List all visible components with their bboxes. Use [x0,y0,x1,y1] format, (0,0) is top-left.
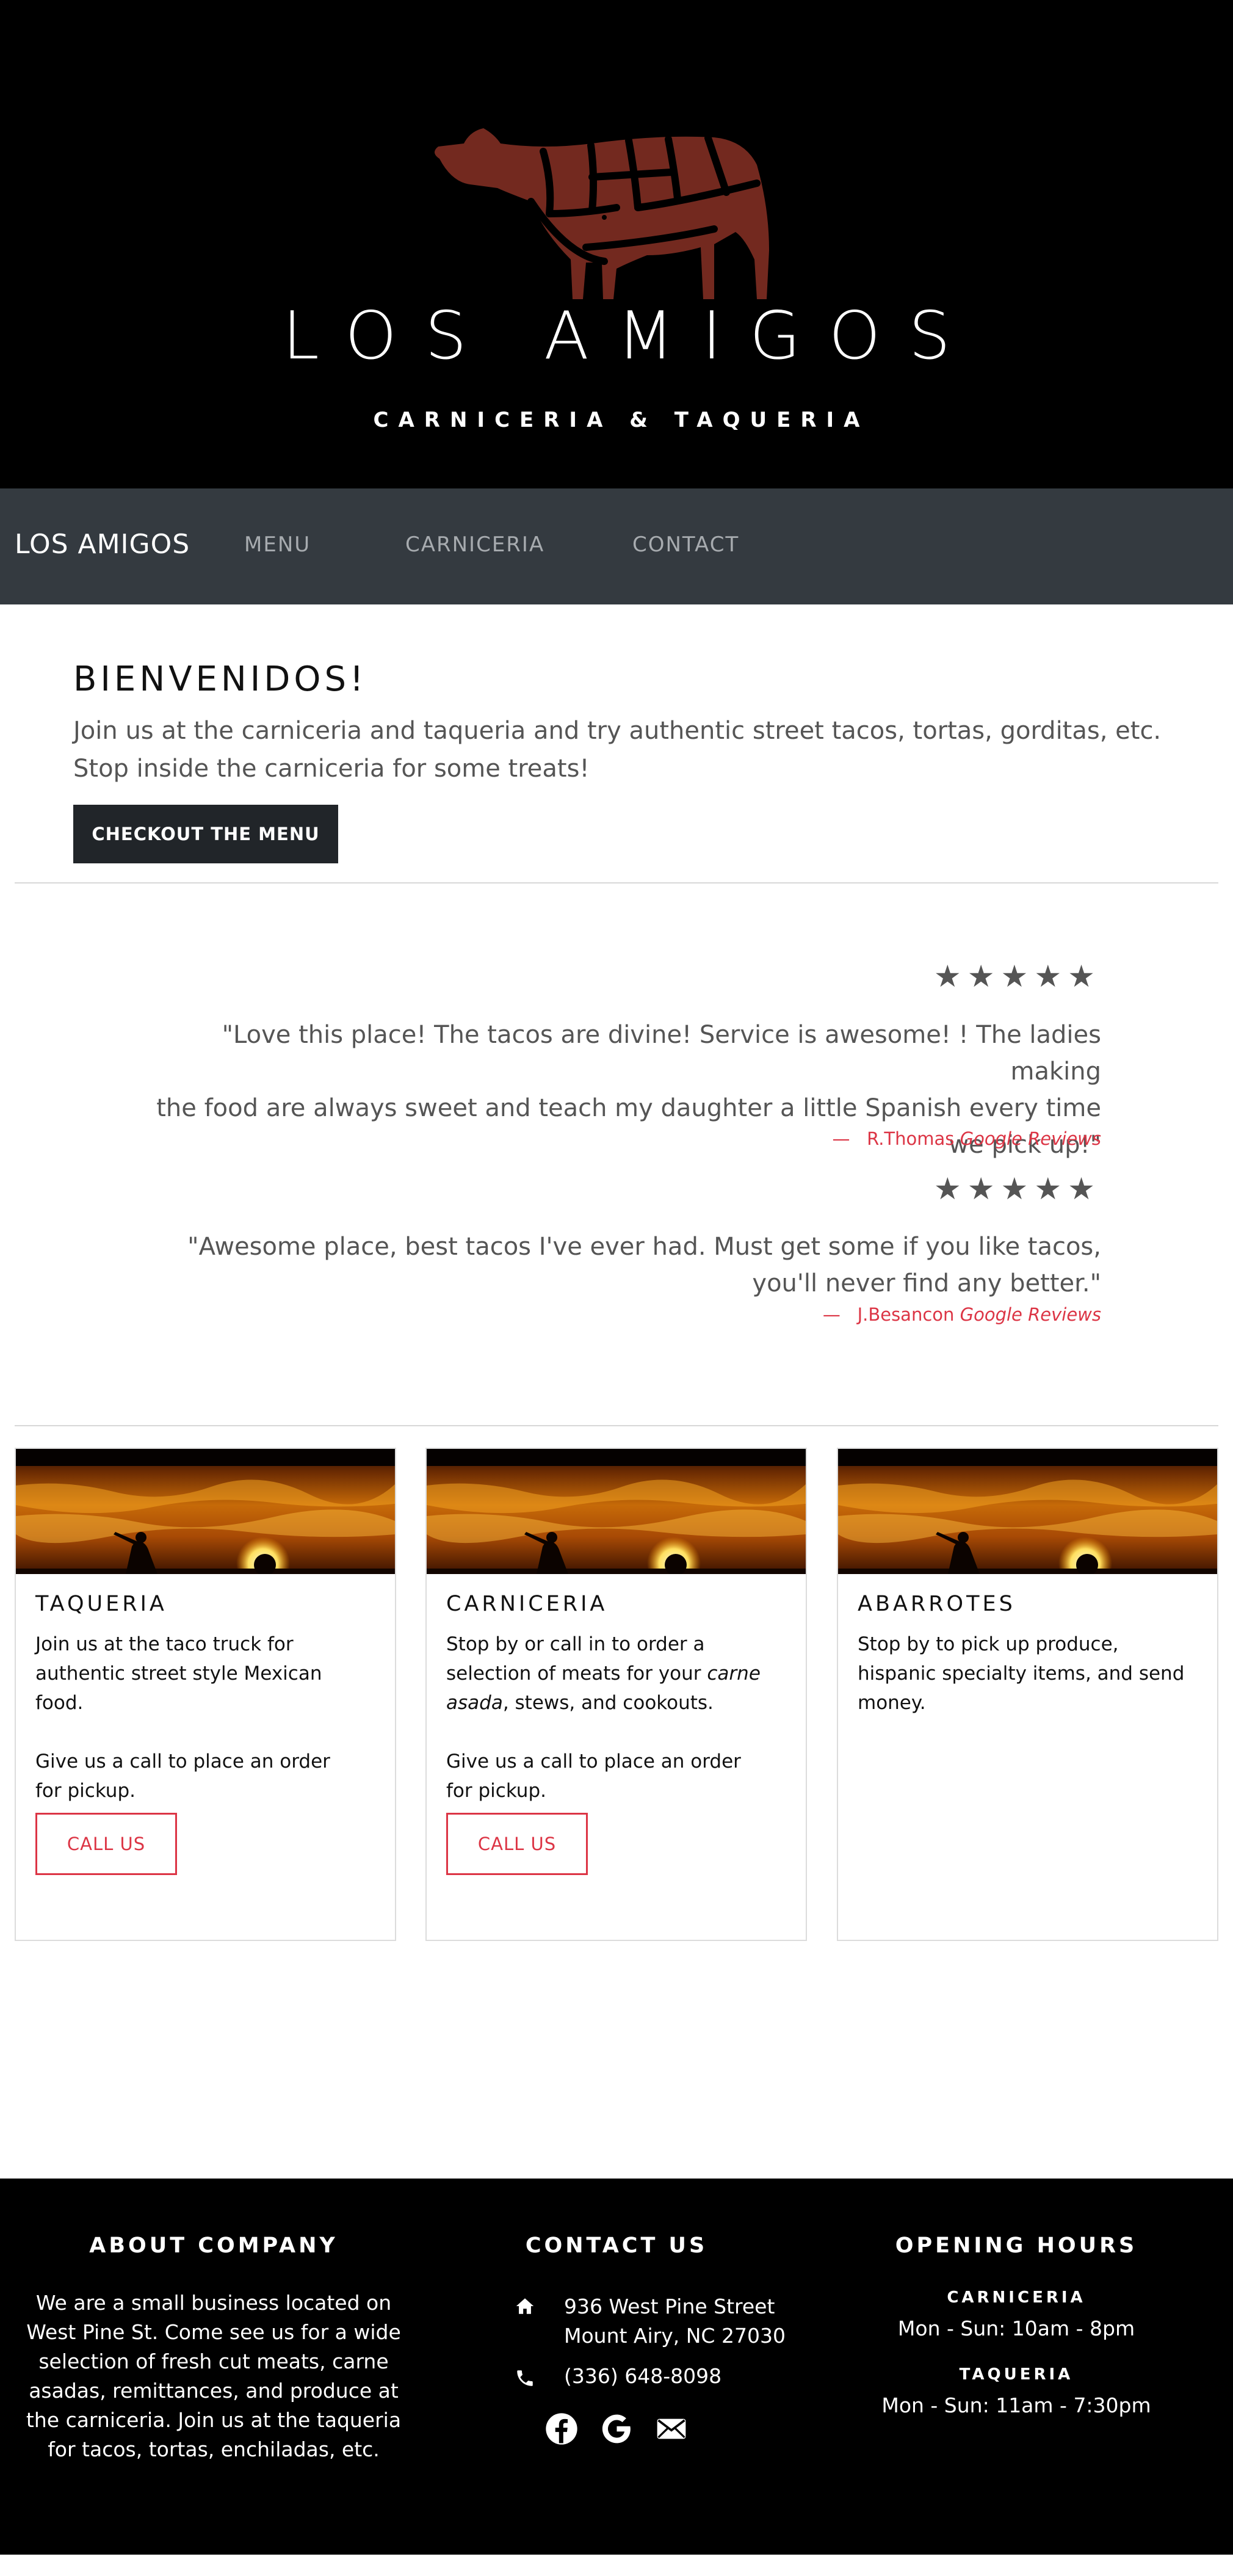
review-author: — J.Besancon Google Reviews [823,1304,1101,1325]
card-text-line: Join us at the taco truck for [35,1633,294,1655]
review-line: "Awesome place, best tacos I've ever had… [187,1233,1101,1261]
review-text: "Awesome place, best tacos I've ever had… [125,1228,1101,1302]
sunset-image [427,1449,806,1574]
footer-about-line: We are a small business located on [35,2291,392,2315]
footer-contact-heading: CONTACT US [525,2233,708,2258]
hero-banner: LOS AMIGOS CARNICERIA & TAQUERIA [0,0,1233,488]
card-text-line: Give us a call to place an order [446,1751,741,1772]
review-line: "Love this place! The tacos are divine! … [222,1021,1101,1086]
taqueria-card: TAQUERIA Join us at the taco truck for a… [15,1448,396,1941]
card-text-line: authentic street style Mexican [35,1663,322,1685]
card-text-line: hispanic specialty items, and send [858,1663,1185,1685]
sunset-image [838,1449,1217,1574]
footer-about-line: selection of fresh cut meats, carne [38,2349,389,2373]
card-text: Give us a call to place an order for pic… [446,1747,788,1805]
card-text-line: Stop by to pick up produce, [858,1633,1119,1655]
sunset-image [16,1449,395,1574]
call-us-button[interactable]: CALL US [35,1813,177,1875]
footer-hours-heading: OPENING HOURS [895,2233,1138,2258]
card-text: Give us a call to place an order for pic… [35,1747,377,1805]
hours-taqueria-label: TAQUERIA [959,2365,1074,2384]
card-text: Stop by to pick up produce, hispanic spe… [858,1630,1199,1718]
hero-subtitle: CARNICERIA & TAQUERIA [373,408,870,432]
review-dash: — [832,1128,850,1149]
footer: ABOUT COMPANY We are a small business lo… [0,2179,1233,2555]
card-text-line: for pickup. [446,1780,546,1802]
welcome-heading: BIENVENIDOS! [73,659,367,699]
hours-carniceria-label: CARNICERIA [947,2288,1086,2307]
call-us-button[interactable]: CALL US [446,1813,588,1875]
facebook-icon[interactable] [544,2412,579,2446]
email-icon[interactable] [654,2412,689,2446]
hero-title: LOS AMIGOS [282,298,979,374]
card-text-line: food. [35,1692,84,1714]
divider [15,882,1218,883]
welcome-text: Join us at the carniceria and taqueria a… [73,712,1172,788]
card-title: ABARROTES [858,1592,1016,1616]
hours-taqueria: Mon - Sun: 11am - 7:30pm [881,2393,1151,2417]
cow-butcher-cuts-icon [434,128,769,299]
review-stars: ★★★★★ [933,959,1101,994]
card-text-line: asada, stews, and cookouts. [446,1688,788,1718]
welcome-text-line: Stop inside the carniceria for some trea… [73,755,590,783]
card-text-line: Give us a call to place an order [35,1751,330,1772]
footer-phone[interactable]: (336) 648-8098 [564,2362,721,2391]
nav-link-contact[interactable]: CONTACT [632,532,739,557]
checkout-menu-button[interactable]: CHECKOUT THE MENU [73,805,338,863]
card-title: CARNICERIA [446,1592,608,1616]
card-text-line: money. [858,1692,926,1714]
welcome-text-line: Join us at the carniceria and taqueria a… [73,717,1162,745]
footer-about-line: the carniceria. Join us at the taqueria [26,2408,402,2432]
card-text: Stop by or call in to order a selection … [446,1630,788,1718]
divider [15,1425,1218,1426]
review-line: the food are always sweet and teach my d… [156,1094,1101,1122]
footer-address-line1: 936 West Pine Street [564,2295,775,2318]
phone-icon [517,2370,533,2386]
card-text-line: selection of meats for your carne [446,1659,788,1688]
nav-link-carniceria[interactable]: CARNICERIA [405,532,544,557]
card-text-line: for pickup. [35,1780,136,1802]
navbar: LOS AMIGOS MENU CARNICERIA CONTACT [0,488,1233,604]
footer-about-line: West Pine St. Come see us for a wide [26,2320,401,2344]
home-icon [516,2298,534,2314]
review-stars: ★★★★★ [933,1171,1101,1206]
footer-address-line2: Mount Airy, NC 27030 [564,2324,786,2348]
carniceria-card: CARNICERIA Stop by or call in to order a… [425,1448,807,1941]
review-source: Google Reviews [960,1128,1101,1149]
google-icon[interactable] [599,2412,634,2446]
footer-about-line: asadas, remittances, and produce at [29,2379,399,2403]
hours-carniceria: Mon - Sun: 10am - 8pm [897,2317,1135,2340]
card-text-italic: asada [446,1692,503,1714]
footer-about-line: for tacos, tortas, enchiladas, etc. [48,2437,380,2461]
card-text-italic: carne [707,1663,761,1685]
review-author: — R.Thomas Google Reviews [832,1128,1101,1149]
card-text: Join us at the taco truck for authentic … [35,1630,377,1718]
card-text-part: , stews, and cookouts. [502,1692,714,1714]
navbar-brand[interactable]: LOS AMIGOS [15,529,190,560]
review-dash: — [822,1304,841,1325]
footer-about-heading: ABOUT COMPANY [89,2233,338,2258]
review-author-name: R.Thomas [867,1128,955,1149]
review-source: Google Reviews [960,1304,1101,1325]
review-author-name: J.Besancon [857,1304,955,1325]
footer-about-text: We are a small business located on West … [24,2288,403,2464]
review-line: you'll never find any better." [752,1269,1101,1297]
nav-link-menu[interactable]: MENU [244,532,311,557]
card-title: TAQUERIA [35,1592,167,1616]
abarrotes-card: ABARROTES Stop by to pick up produce, hi… [837,1448,1218,1941]
card-text-part: selection of meats for your [446,1663,707,1685]
card-text-line: Stop by or call in to order a [446,1633,705,1655]
